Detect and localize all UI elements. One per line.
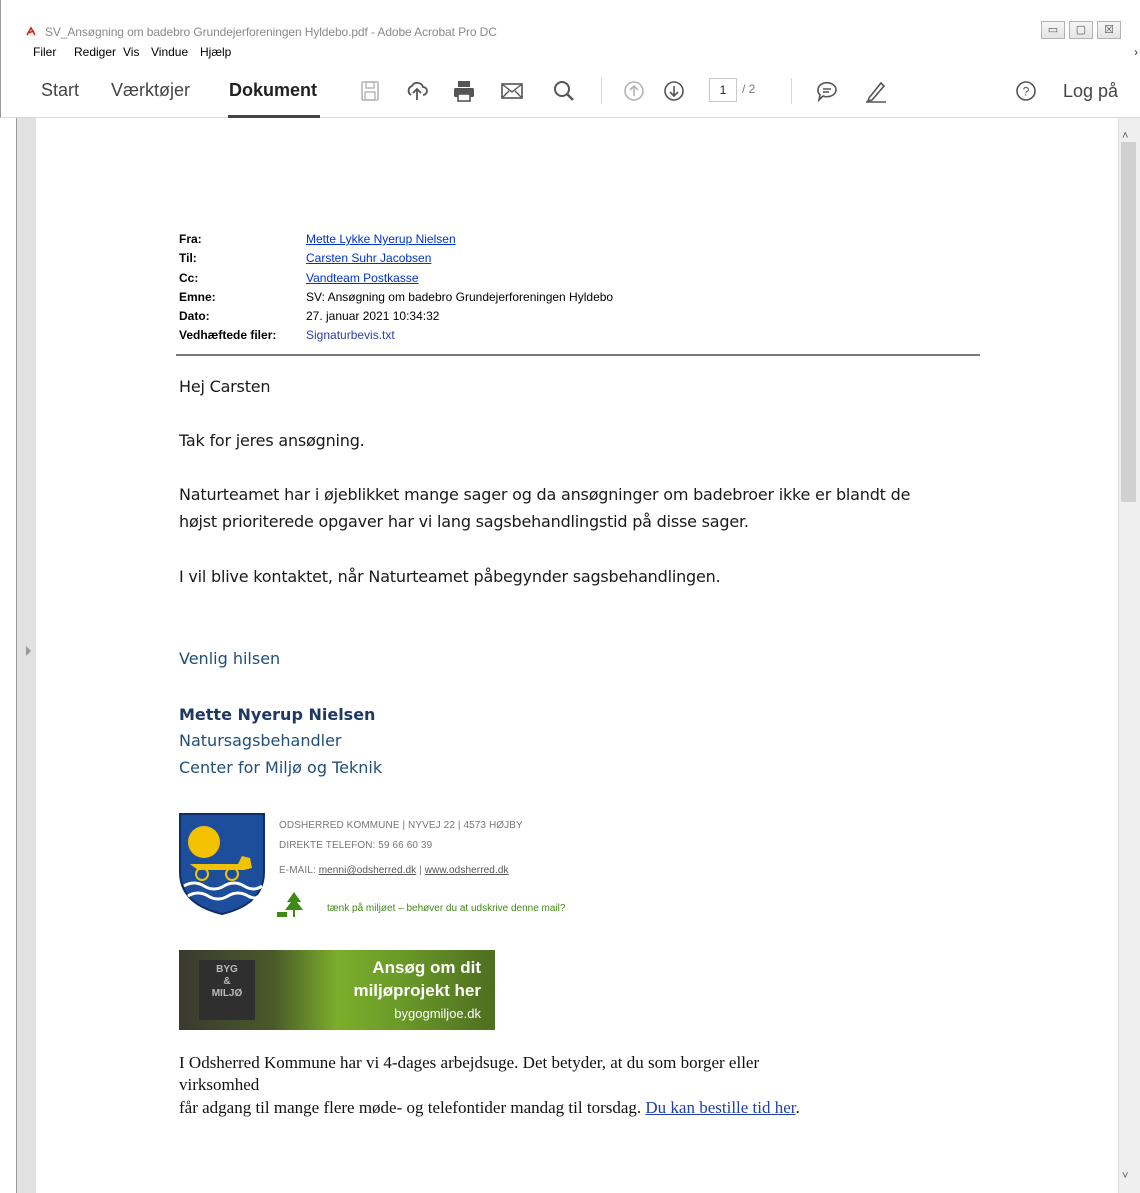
- next-page-icon[interactable]: [661, 78, 687, 104]
- scrollbar-thumb[interactable]: [1121, 142, 1136, 502]
- tab-document[interactable]: Dokument: [229, 80, 317, 101]
- byg-og-miljoe-banner[interactable]: BYG & MILJØ Ansøg om dit miljøprojekt he…: [179, 950, 495, 1030]
- environment-note: tænk på miljøet – behøver du at udskrive…: [327, 903, 566, 914]
- body-paragraph-1: Tak for jeres ansøgning.: [179, 431, 365, 450]
- body-paragraph-3: I vil blive kontaktet, når Naturteamet p…: [179, 567, 721, 586]
- search-icon[interactable]: [551, 78, 577, 104]
- print-icon[interactable]: [451, 78, 477, 104]
- fill-and-sign-icon[interactable]: [863, 78, 889, 104]
- expand-pane-arrow-icon[interactable]: [26, 646, 31, 656]
- booking-link[interactable]: Du kan bestille tid her: [645, 1098, 795, 1117]
- tab-start[interactable]: Start: [41, 80, 79, 101]
- email-icon[interactable]: [499, 78, 525, 104]
- contact-separator: |: [416, 865, 425, 876]
- acrobat-app-icon: [25, 26, 37, 37]
- banner-badge: BYG & MILJØ: [199, 960, 255, 1020]
- badge-line-3: MILJØ: [211, 988, 243, 999]
- contact-line: E-MAIL: menni@odsherred.dk | www.odsherr…: [279, 865, 509, 876]
- footer-line-3: får adgang til mange flere møde- og tele…: [179, 1098, 800, 1118]
- header-divider: [176, 354, 980, 356]
- odsherred-crest-logo: [179, 813, 265, 916]
- menu-item-rediger[interactable]: Rediger: [74, 45, 116, 59]
- banner-headline-1: Ansøg om dit: [372, 958, 481, 977]
- to-label: Til:: [179, 251, 197, 265]
- sender-department: Center for Miljø og Teknik: [179, 758, 383, 777]
- email-prefix: E-MAIL:: [279, 865, 319, 876]
- cc-label: Cc:: [179, 271, 199, 285]
- page-number-input[interactable]: 1: [709, 78, 737, 102]
- from-value[interactable]: Mette Lykke Nyerup Nielsen: [306, 232, 456, 246]
- email-link[interactable]: menni@odsherred.dk: [319, 865, 417, 876]
- subject-label: Emne:: [179, 290, 216, 304]
- banner-badge-text: BYG & MILJØ: [199, 964, 255, 1000]
- menu-item-vindue[interactable]: Vindue: [151, 45, 188, 59]
- from-label: Fra:: [179, 232, 202, 246]
- sender-title: Natursagsbehandler: [179, 731, 342, 750]
- footer-period: .: [795, 1098, 800, 1117]
- cloud-upload-icon[interactable]: [404, 78, 430, 104]
- closing: Venlig hilsen: [179, 649, 281, 668]
- title-bar: SV_Ansøgning om badebro Grundejerforenin…: [0, 0, 1140, 42]
- banner-url: bygogmiljoe.dk: [394, 1006, 481, 1021]
- menu-item-vis[interactable]: Vis: [123, 45, 139, 59]
- footer-line-2: virksomhed: [179, 1075, 260, 1094]
- body-paragraph-2-line-1: Naturteamet har i øjeblikket mange sager…: [179, 485, 911, 504]
- attachment-link[interactable]: Signaturbevis.txt: [306, 328, 395, 342]
- window-title: SV_Ansøgning om badebro Grundejerforenin…: [45, 25, 497, 39]
- website-link[interactable]: www.odsherred.dk: [425, 865, 509, 876]
- save-icon[interactable]: [357, 78, 383, 104]
- municipality-address: ODSHERRED KOMMUNE | NYVEJ 22 | 4573 HØJB…: [279, 820, 523, 831]
- comment-icon[interactable]: [814, 78, 840, 104]
- date-value: 27. januar 2021 10:34:32: [306, 309, 440, 323]
- footer-line-3-text: får adgang til mange flere møde- og tele…: [179, 1098, 646, 1117]
- sender-name: Mette Nyerup Nielsen: [179, 705, 376, 724]
- minimize-button[interactable]: ▭: [1041, 21, 1065, 39]
- toolbar: Start Værktøjer Dokument 1 / 2 ? Log på: [0, 64, 1140, 118]
- direct-phone: DIREKTE TELEFON: 59 66 60 39: [279, 840, 433, 851]
- toolbar-separator: [601, 78, 602, 104]
- badge-line-1: BYG: [216, 964, 238, 975]
- banner-headline-2: miljøprojekt her: [353, 981, 481, 1000]
- cc-value[interactable]: Vandteam Postkasse: [306, 271, 419, 285]
- previous-page-icon[interactable]: [621, 78, 647, 104]
- scroll-up-arrow-icon[interactable]: ˄: [1122, 130, 1128, 142]
- menu-item-filer[interactable]: Filer: [33, 45, 56, 59]
- sign-in-link[interactable]: Log på: [1063, 81, 1118, 102]
- page-total: / 2: [742, 82, 756, 96]
- greeting: Hej Carsten: [179, 377, 271, 396]
- menu-bar: Filer Rediger Vis Vindue Hjælp ›: [0, 42, 1140, 64]
- to-value[interactable]: Carsten Suhr Jacobsen: [306, 251, 431, 265]
- menu-item-hjaelp[interactable]: Hjælp: [200, 45, 231, 59]
- svg-text:?: ?: [1023, 85, 1030, 99]
- date-label: Dato:: [179, 309, 210, 323]
- footer-line-1: I Odsherred Kommune har vi 4-dages arbej…: [179, 1053, 760, 1072]
- attachments-label: Vedhæftede filer:: [179, 328, 277, 342]
- help-icon[interactable]: ?: [1013, 78, 1039, 104]
- scroll-down-arrow-icon[interactable]: ˅: [1122, 1170, 1128, 1182]
- tab-tools[interactable]: Værktøjer: [111, 80, 190, 101]
- close-button[interactable]: ☒: [1097, 21, 1121, 39]
- subject-value: SV: Ansøgning om badebro Grundejerforeni…: [306, 290, 614, 304]
- maximize-button[interactable]: ▢: [1069, 21, 1093, 39]
- menu-overflow-icon[interactable]: ›: [1134, 45, 1138, 59]
- badge-line-2: &: [223, 976, 231, 987]
- toolbar-separator: [791, 78, 792, 104]
- body-paragraph-2-line-2: højst prioriterede opgaver har vi lang s…: [179, 512, 749, 531]
- environment-tree-icon: [277, 892, 303, 917]
